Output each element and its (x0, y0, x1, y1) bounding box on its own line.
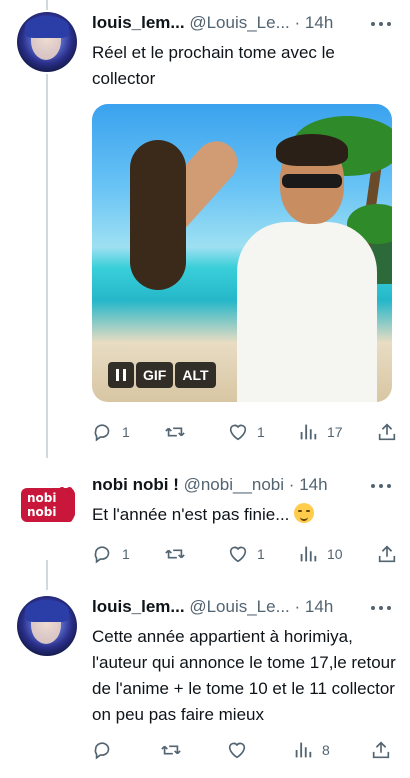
tweet-text: Et l'année n'est pas finie... (92, 505, 295, 524)
tweet-header: louis_lem... @Louis_Le... · 14h (92, 596, 392, 618)
reply-button[interactable] (92, 738, 114, 762)
tweet-header: louis_lem... @Louis_Le... · 14h (92, 12, 392, 34)
tweet-1[interactable]: louis_lem... @Louis_Le... · 14h Réel et … (0, 12, 410, 452)
retweet-icon (161, 745, 181, 755)
like-count: 1 (257, 546, 265, 562)
tweet-text: Cette année appartient à horimiya, l'aut… (92, 627, 396, 724)
author-name[interactable]: nobi nobi ! (92, 475, 179, 494)
sunglasses (282, 174, 342, 188)
tweet-text: Réel et le prochain tome avec le collect… (92, 43, 335, 88)
author-name[interactable]: louis_lem... (92, 597, 185, 616)
pause-icon[interactable] (108, 362, 134, 388)
more-icon[interactable] (370, 474, 392, 496)
reply-count: 1 (122, 546, 130, 562)
share-button[interactable] (376, 420, 398, 444)
share-icon (372, 741, 390, 759)
like-button[interactable] (226, 738, 248, 762)
timestamp[interactable]: 14h (305, 13, 333, 32)
gif-media[interactable]: GIF ALT (92, 104, 392, 402)
reply-button[interactable]: 1 (92, 420, 130, 444)
person-shirt (237, 222, 377, 402)
tweet-actions: 1 1 10 (92, 542, 402, 566)
retweet-button[interactable] (164, 420, 186, 444)
thread-line-top (46, 0, 48, 10)
author-handle[interactable]: @nobi__nobi (184, 475, 284, 494)
author-name[interactable]: louis_lem... (92, 13, 185, 32)
tweet-actions: 8 (92, 738, 402, 762)
like-icon (228, 742, 246, 759)
view-count: 10 (327, 546, 343, 562)
views-button[interactable]: 8 (292, 738, 330, 762)
retweet-icon (165, 427, 185, 437)
view-count: 8 (322, 742, 330, 758)
reply-icon (94, 742, 110, 760)
logo-anniversary-badge: 10 (59, 486, 73, 497)
alt-badge[interactable]: ALT (175, 362, 216, 388)
view-count: 17 (327, 424, 343, 440)
reply-icon (94, 424, 110, 442)
tweet-2[interactable]: nobi nobi 10 nobi nobi ! @nobi__nobi · 1… (0, 474, 410, 574)
share-icon (378, 423, 396, 441)
retweet-icon (165, 549, 185, 559)
like-count: 1 (257, 424, 265, 440)
herbs (130, 140, 186, 290)
more-icon[interactable] (370, 12, 392, 34)
views-button[interactable]: 17 (297, 420, 343, 444)
separator-dot: · (294, 13, 301, 32)
timestamp[interactable]: 14h (305, 597, 333, 616)
tweet-3[interactable]: louis_lem... @Louis_Le... · 14h Cette an… (0, 596, 410, 772)
share-button[interactable] (376, 542, 398, 566)
reply-button[interactable]: 1 (92, 542, 130, 566)
media-badges: GIF ALT (108, 362, 218, 388)
retweet-button[interactable] (160, 738, 182, 762)
reply-count: 1 (122, 424, 130, 440)
tweet-actions: 1 1 17 (92, 420, 402, 444)
like-button[interactable]: 1 (227, 420, 265, 444)
more-icon[interactable] (370, 596, 392, 618)
logo-text-line2: nobi (27, 505, 57, 519)
retweet-button[interactable] (164, 542, 186, 566)
separator-dot: · (294, 597, 301, 616)
timestamp[interactable]: 14h (299, 475, 327, 494)
share-button[interactable] (370, 738, 392, 762)
gif-badge: GIF (136, 362, 174, 388)
like-icon (229, 546, 247, 563)
separator-dot: · (288, 475, 295, 494)
like-icon (229, 424, 247, 441)
tweet-text-container: Et l'année n'est pas finie... (92, 502, 397, 528)
reply-icon (94, 546, 110, 564)
views-button[interactable]: 10 (297, 542, 343, 566)
like-button[interactable]: 1 (227, 542, 265, 566)
avatar[interactable] (17, 596, 77, 656)
views-icon (295, 742, 312, 758)
relieved-face-emoji-icon (294, 503, 315, 523)
person-hair (276, 134, 348, 166)
tweet-header: nobi nobi ! @nobi__nobi · 14h (92, 474, 392, 496)
avatar[interactable]: nobi nobi 10 (17, 474, 77, 534)
share-icon (378, 545, 396, 563)
author-handle[interactable]: @Louis_Le... (189, 13, 289, 32)
views-icon (300, 424, 317, 440)
logo-text-line1: nobi (27, 491, 57, 505)
views-icon (300, 546, 317, 562)
author-handle[interactable]: @Louis_Le... (189, 597, 289, 616)
avatar[interactable] (17, 12, 77, 72)
